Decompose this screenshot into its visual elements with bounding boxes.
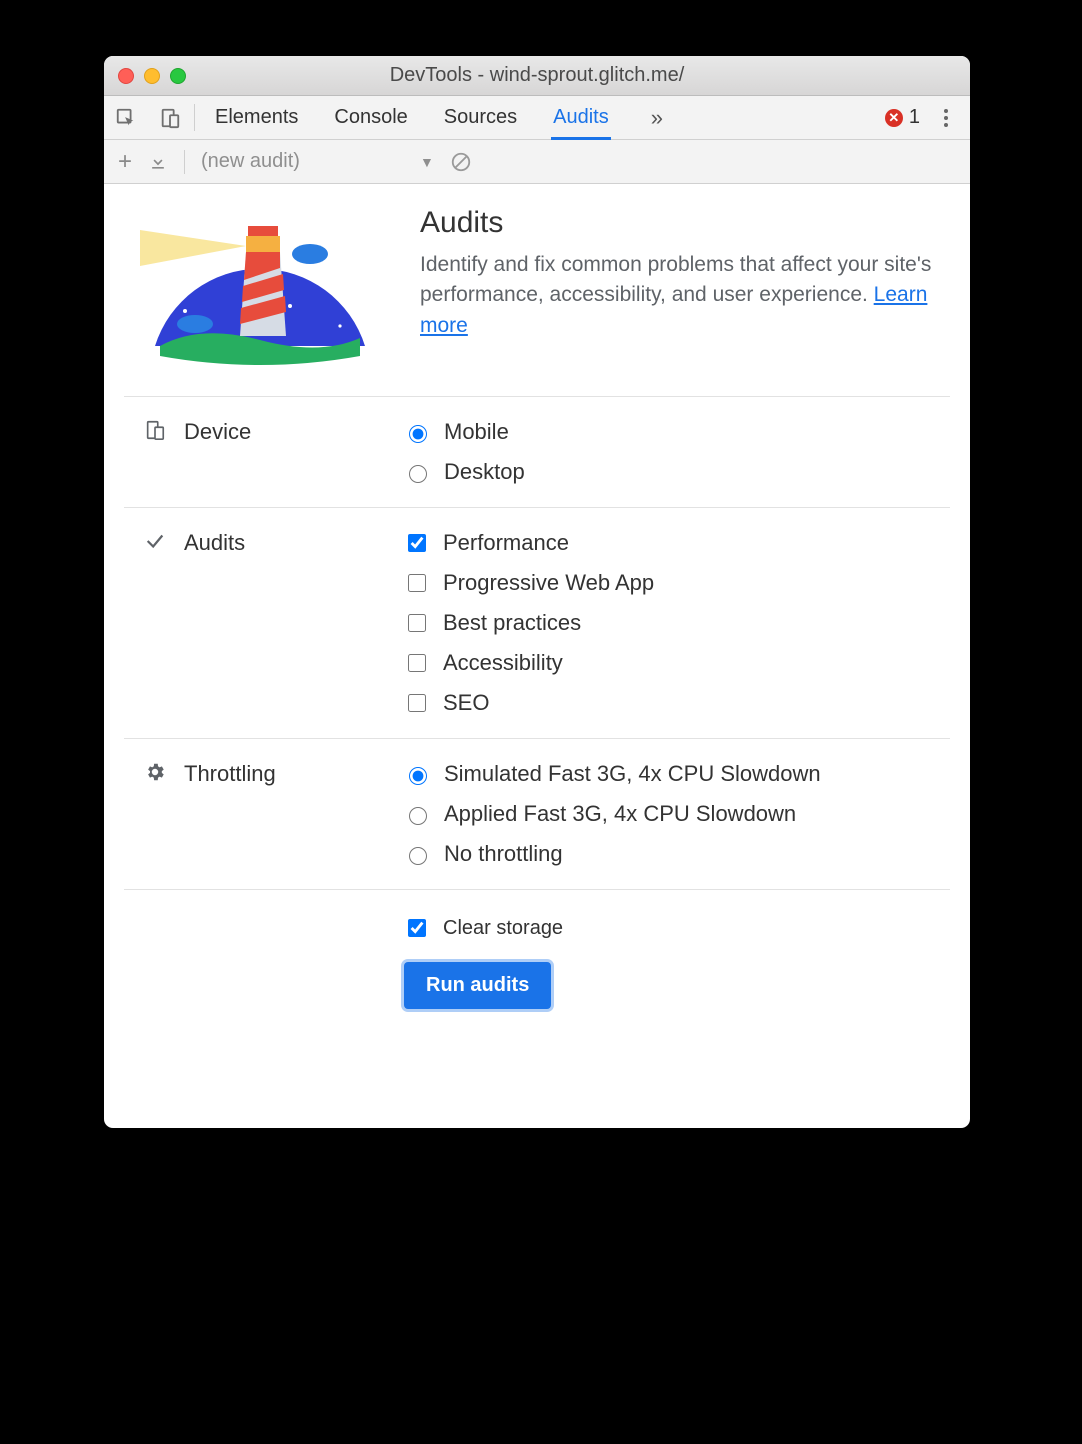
error-icon: ✕ <box>885 109 903 127</box>
tab-audits[interactable]: Audits <box>553 96 609 139</box>
section-throttling: Throttling Simulated Fast 3G, 4x CPU Slo… <box>124 738 950 889</box>
cb-clear-storage[interactable] <box>408 919 426 937</box>
radio-desktop[interactable] <box>409 465 427 483</box>
device-option-desktop[interactable]: Desktop <box>404 459 950 485</box>
maximize-icon[interactable] <box>170 68 186 84</box>
audits-panel: Audits Identify and fix common problems … <box>104 184 970 1037</box>
audit-pwa[interactable]: Progressive Web App <box>404 570 950 596</box>
section-audits-label: Audits <box>184 530 245 556</box>
clear-storage-option[interactable]: Clear storage <box>404 916 563 940</box>
audits-toolbar: + (new audit) ▼ <box>104 140 970 184</box>
cb-pwa[interactable] <box>408 574 426 592</box>
section-throttling-label: Throttling <box>184 761 276 787</box>
audit-select[interactable]: (new audit) ▼ <box>201 150 434 173</box>
separator <box>194 104 195 131</box>
device-option-mobile[interactable]: Mobile <box>404 419 950 445</box>
radio-throttle-none[interactable] <box>409 847 427 865</box>
tab-console[interactable]: Console <box>334 96 407 139</box>
cb-accessibility[interactable] <box>408 654 426 672</box>
devtools-window: DevTools - wind-sprout.glitch.me/ Elemen… <box>104 56 970 1128</box>
minimize-icon[interactable] <box>144 68 160 84</box>
action-row: Clear storage Run audits <box>124 889 950 1009</box>
audits-hero: Audits Identify and fix common problems … <box>124 184 950 396</box>
audits-heading: Audits <box>420 206 944 240</box>
audit-best-practices[interactable]: Best practices <box>404 610 950 636</box>
throttle-none[interactable]: No throttling <box>404 841 950 867</box>
traffic-lights <box>104 68 186 84</box>
audit-seo[interactable]: SEO <box>404 690 950 716</box>
audit-accessibility[interactable]: Accessibility <box>404 650 950 676</box>
error-count: 1 <box>909 106 920 129</box>
throttle-sim[interactable]: Simulated Fast 3G, 4x CPU Slowdown <box>404 761 950 787</box>
audit-performance[interactable]: Performance <box>404 530 950 556</box>
window-title: DevTools - wind-sprout.glitch.me/ <box>104 64 970 87</box>
device-icon <box>144 419 166 441</box>
tabs-overflow-icon[interactable]: » <box>645 105 669 131</box>
section-device-label: Device <box>184 419 251 445</box>
error-indicator[interactable]: ✕ 1 <box>885 106 920 129</box>
clear-icon[interactable] <box>450 151 472 173</box>
close-icon[interactable] <box>118 68 134 84</box>
run-audits-button[interactable]: Run audits <box>404 962 551 1009</box>
tab-elements[interactable]: Elements <box>215 96 298 139</box>
chevron-down-icon: ▼ <box>420 154 434 170</box>
separator <box>184 150 185 174</box>
cb-seo[interactable] <box>408 694 426 712</box>
section-audits: Audits Performance Progressive Web App B… <box>124 507 950 738</box>
audits-description: Identify and fix common problems that af… <box>420 250 944 341</box>
lighthouse-illustration-icon <box>130 206 380 366</box>
radio-throttle-sim[interactable] <box>409 767 427 785</box>
audit-select-label: (new audit) <box>201 150 300 173</box>
section-device: Device Mobile Desktop <box>124 396 950 507</box>
device-toggle-icon[interactable] <box>148 96 192 139</box>
titlebar: DevTools - wind-sprout.glitch.me/ <box>104 56 970 96</box>
new-audit-icon[interactable]: + <box>118 150 132 174</box>
cb-best-practices[interactable] <box>408 614 426 632</box>
radio-mobile[interactable] <box>409 425 427 443</box>
devtools-tabbar: Elements Console Sources Audits » ✕ 1 <box>104 96 970 140</box>
kebab-menu-icon[interactable] <box>934 106 958 130</box>
cb-performance[interactable] <box>408 534 426 552</box>
download-icon[interactable] <box>148 152 168 172</box>
gear-icon <box>144 761 166 783</box>
radio-throttle-applied[interactable] <box>409 807 427 825</box>
check-icon <box>144 530 166 552</box>
tab-sources[interactable]: Sources <box>444 96 517 139</box>
inspect-element-icon[interactable] <box>104 96 148 139</box>
throttle-applied[interactable]: Applied Fast 3G, 4x CPU Slowdown <box>404 801 950 827</box>
